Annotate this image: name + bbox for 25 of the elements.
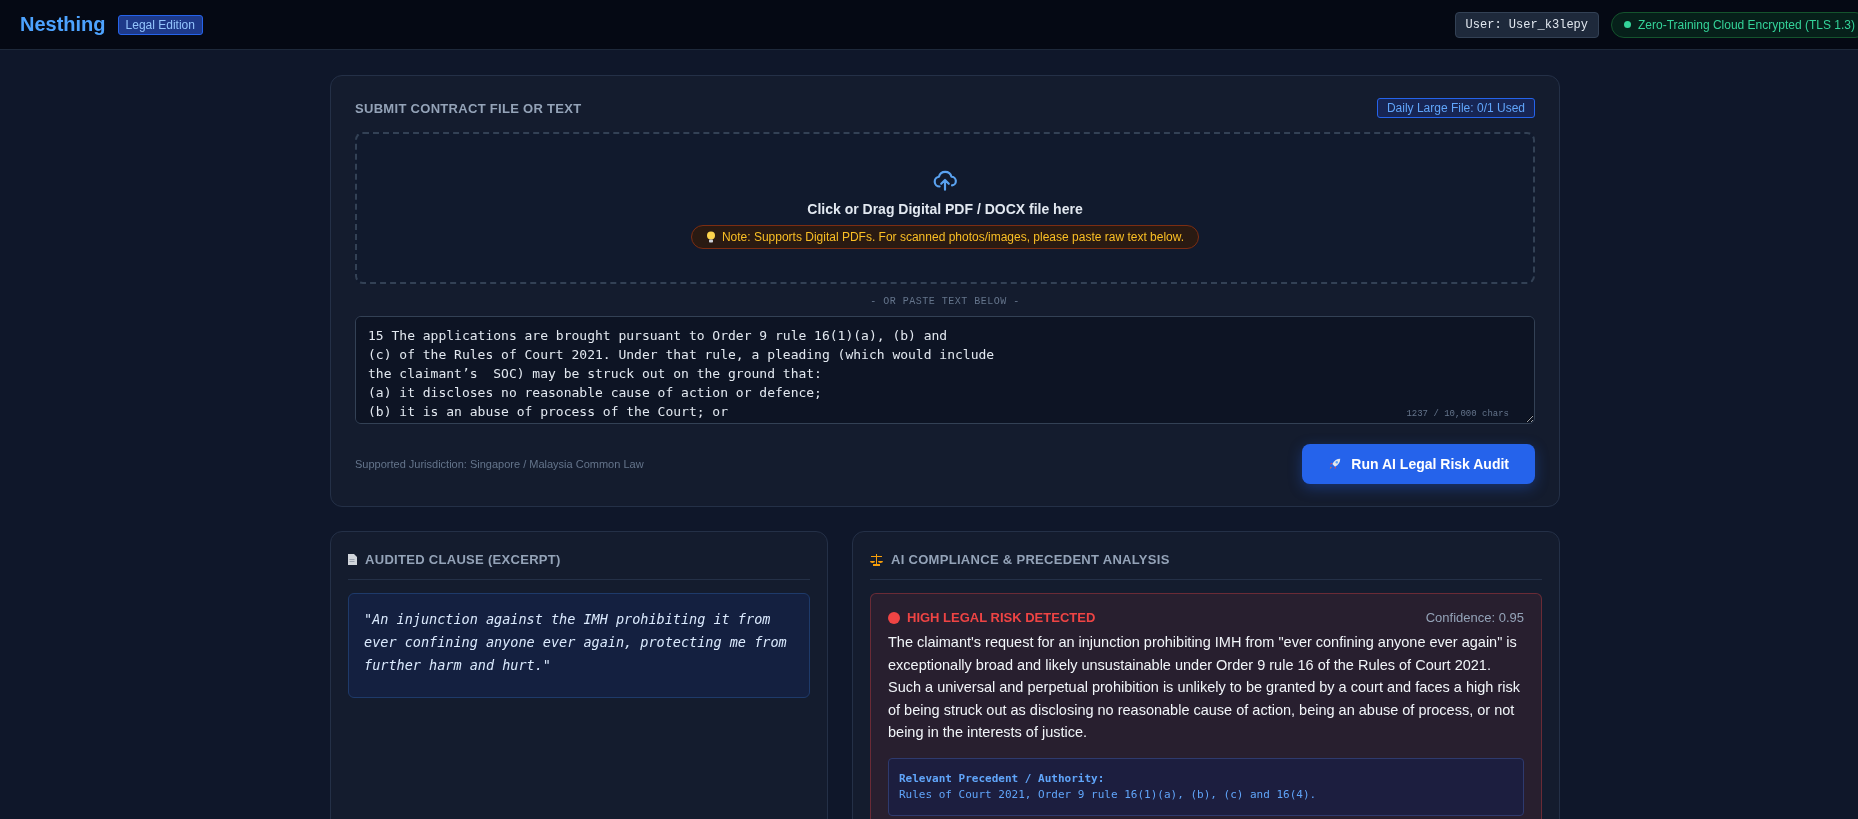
section-title: AI COMPLIANCE & PRECEDENT ANALYSIS: [891, 552, 1170, 567]
jurisdiction-note: Supported Jurisdiction: Singapore / Malaysia Common Law: [355, 458, 644, 470]
scales-icon: [870, 553, 883, 566]
risk-label: HIGH LEGAL RISK DETECTED: [888, 610, 1096, 625]
security-label: Zero-Training Cloud Encrypted (TLS 1.3): [1638, 17, 1855, 32]
precedent-title: Relevant Precedent / Authority:: [899, 770, 1106, 787]
analysis-summary: The claimant's request for an injunction prohibiting IMH from "ever confining anyone ever again" is exceptionally broad and likely unsustainable under Order 9 rule 16 of the Rules of Court 2021. Such a universal and perpetual prohibition is unlikely to be granted by a court and faces a high risk of being struck out as disclosing no reasonable cause of action, being an abuse of process, or not being in the interests of justice.: [888, 633, 1521, 742]
lightbulb-icon: [705, 231, 716, 243]
clause-quote: "An injunction against the IMH prohibiting it from ever confining anyone ever again, protecting me from further harm and hurt.": [348, 593, 810, 698]
quota-badge: Daily Large File: 0/1 Used: [1376, 98, 1535, 118]
run-audit-button[interactable]: Run AI Legal Risk Audit: [1302, 444, 1535, 484]
edition-badge: Legal Edition: [117, 14, 203, 35]
divider-label: - OR PASTE TEXT BELOW -: [869, 296, 1021, 307]
drop-label: Click or Drag Digital PDF / DOCX file here: [807, 201, 1083, 217]
section-title: SUBMIT CONTRACT FILE OR TEXT: [355, 100, 582, 116]
char-count: 1237 / 10,000 chars: [1406, 409, 1509, 419]
document-icon: [348, 554, 357, 565]
rocket-icon: [1328, 457, 1343, 471]
precedent-text: Rules of Court 2021, Order 9 rule 16(1)(a), (b), (c) and 16(4).: [899, 786, 1318, 803]
note-badge: Note: Supports Digital PDFs. For scanned photos/images, please paste raw text below.: [690, 225, 1200, 249]
user-badge: User: User_k3lepy: [1454, 11, 1599, 38]
file-drop-zone[interactable]: Click or Drag Digital PDF / DOCX file here Note: Supports Digital PDFs. For scanned photos/images, please paste raw text below.: [355, 132, 1535, 284]
section-title: AUDITED CLAUSE (EXCERPT): [365, 552, 561, 567]
brand-name: Nesthing: [20, 13, 106, 36]
confidence-score: Confidence: 0.95: [1425, 610, 1524, 625]
